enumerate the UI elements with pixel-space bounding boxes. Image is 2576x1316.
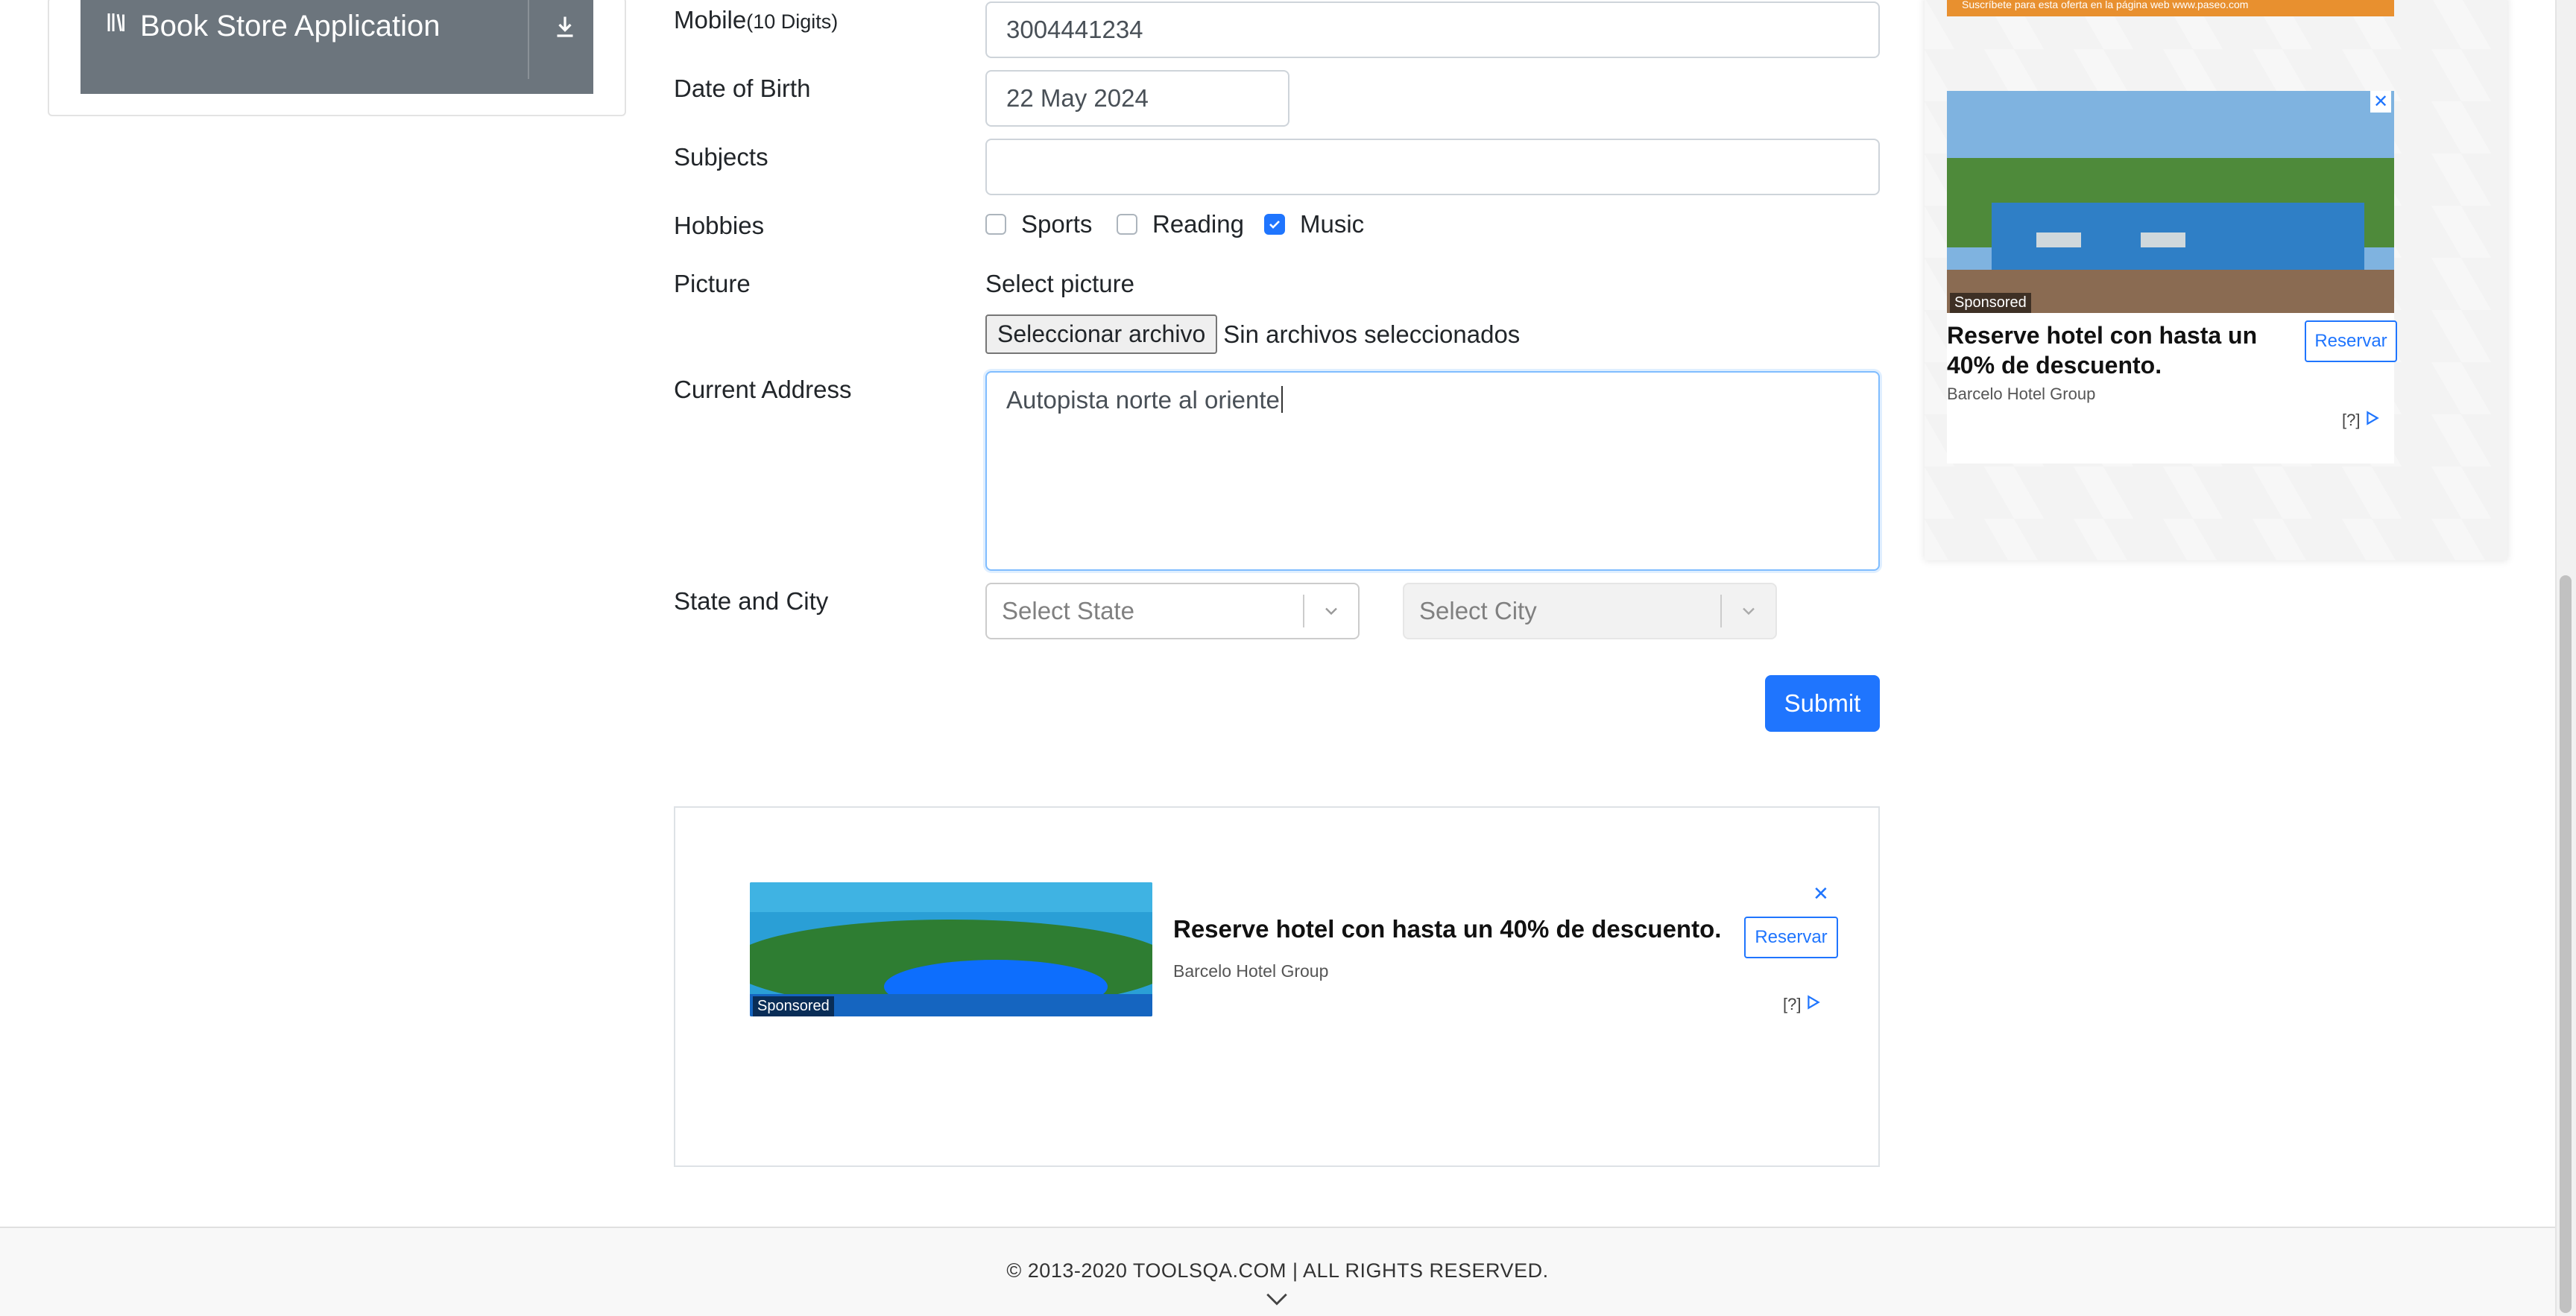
address-textarea[interactable]: Autopista norte al oriente [985,371,1880,571]
bottom-ad-advertiser[interactable]: Barcelo Hotel Group [1173,961,1328,981]
sponsored-label: Sponsored [753,996,834,1016]
dob-input[interactable]: 22 May 2024 [985,70,1289,127]
reservar-button[interactable]: Reservar [2305,320,2397,362]
chevron-down-icon[interactable] [1722,601,1775,621]
copyright-text: © 2013-2020 TOOLSQA.COM | ALL RIGHTS RES… [1006,1259,1549,1282]
ad-help[interactable]: [?] [1783,995,1801,1014]
mobile-hint: (10 Digits) [746,10,839,33]
submit-button[interactable]: Submit [1765,675,1880,732]
right-ad-advertiser[interactable]: Barcelo Hotel Group [1947,385,2095,404]
close-icon[interactable]: ✕ [2370,91,2392,113]
download-icon[interactable] [552,13,578,44]
sidebar-group-label: Book Store Application [140,9,441,42]
mobile-label-text: Mobile [674,6,747,34]
right-ad-top-strip[interactable]: Suscríbete para esta oferta en la página… [1947,0,2394,16]
subjects-input[interactable] [985,139,1880,195]
picture-prompt: Select picture [985,270,1134,297]
hobby-music-label[interactable]: Music [1300,210,1364,238]
chevron-down-icon[interactable] [1304,601,1358,621]
state-city-label: State and City [674,587,829,615]
choose-file-button[interactable]: Seleccionar archivo [985,314,1218,354]
sponsored-label: Sponsored [1950,293,2031,313]
checkbox[interactable] [1117,214,1137,235]
chevron-down-icon[interactable] [1264,1291,1289,1312]
sidebar-group-book-store[interactable]: Book Store Application [80,0,593,94]
book-icon [104,9,131,43]
file-status: Sin archivos seleccionados [1223,320,1521,348]
check-icon [1269,221,1280,229]
hobby-reading-label[interactable]: Reading [1152,210,1244,238]
scrollbar-thumb[interactable] [2560,575,2572,1313]
state-select[interactable]: Select State [985,583,1360,639]
address-value: Autopista norte al oriente [1006,386,1280,414]
mobile-label: Mobile(10 Digits) [674,6,838,34]
footer: © 2013-2020 TOOLSQA.COM | ALL RIGHTS RES… [0,1227,2555,1316]
dob-value: 22 May 2024 [1006,84,1149,112]
bottom-ad-headline[interactable]: Reserve hotel con hasta un 40% de descue… [1173,915,1721,943]
dob-label: Date of Birth [674,75,811,102]
hobby-music[interactable]: Music [1264,210,1364,238]
hobby-reading[interactable]: Reading [1117,210,1244,238]
state-placeholder: Select State [1002,597,1134,624]
hobby-sports[interactable]: Sports [985,210,1092,238]
address-label: Current Address [674,376,852,403]
city-placeholder: Select City [1419,597,1537,624]
reservar-button[interactable]: Reservar [1744,917,1838,958]
city-select[interactable]: Select City [1403,583,1777,639]
picture-label: Picture [674,270,751,297]
subjects-label: Subjects [674,143,768,171]
hobbies-label: Hobbies [674,212,765,239]
adchoices[interactable]: [?] [1783,994,1822,1015]
adchoices[interactable]: [?] [2342,410,2381,431]
mobile-value: 3004441234 [1006,16,1143,43]
hobby-sports-label[interactable]: Sports [1021,210,1092,238]
sidebar-group-header[interactable]: Book Store Application [104,9,440,43]
divider [528,0,529,79]
ad-help[interactable]: [?] [2342,411,2360,430]
close-icon[interactable]: ✕ [1813,882,1829,905]
checkbox-checked[interactable] [1264,214,1285,235]
mobile-input[interactable]: 3004441234 [985,1,1880,58]
text-cursor [1281,386,1283,413]
bottom-ad-image[interactable]: Sponsored [750,882,1152,1016]
right-ad-image[interactable]: Sponsored [1947,91,2394,313]
file-upload[interactable]: Seleccionar archivo Sin archivos selecci… [985,314,1520,354]
adchoices-icon[interactable] [2364,410,2381,431]
checkbox[interactable] [985,214,1006,235]
adchoices-icon[interactable] [1805,994,1822,1015]
right-ad-headline[interactable]: Reserve hotel con hasta un 40% de descue… [1947,320,2275,380]
